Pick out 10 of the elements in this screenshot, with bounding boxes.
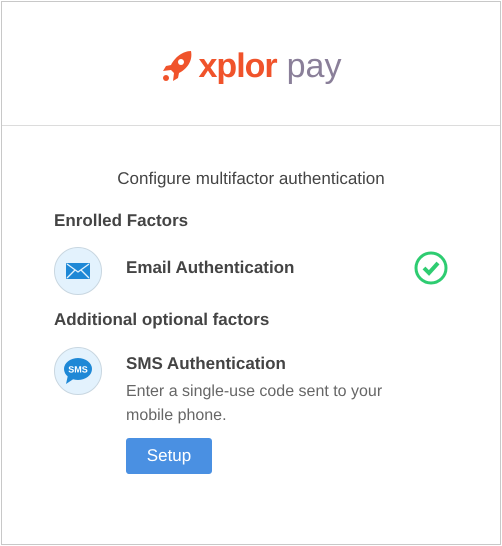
setup-button[interactable]: Setup (126, 438, 212, 474)
envelope-icon (66, 263, 90, 279)
section-heading: Enrolled Factors (54, 210, 190, 232)
factor-name: SMS Authentication (126, 352, 286, 374)
page-title: Configure multifactor authentication (116, 168, 386, 190)
factor-name: Email Authentication (126, 257, 294, 280)
section-heading: Additional optional factors (54, 309, 270, 331)
brand-name: xplor (198, 48, 277, 82)
product-name: pay (286, 48, 342, 82)
factor-description: Enter a single-use code sent to your mobile phone. (126, 382, 384, 426)
